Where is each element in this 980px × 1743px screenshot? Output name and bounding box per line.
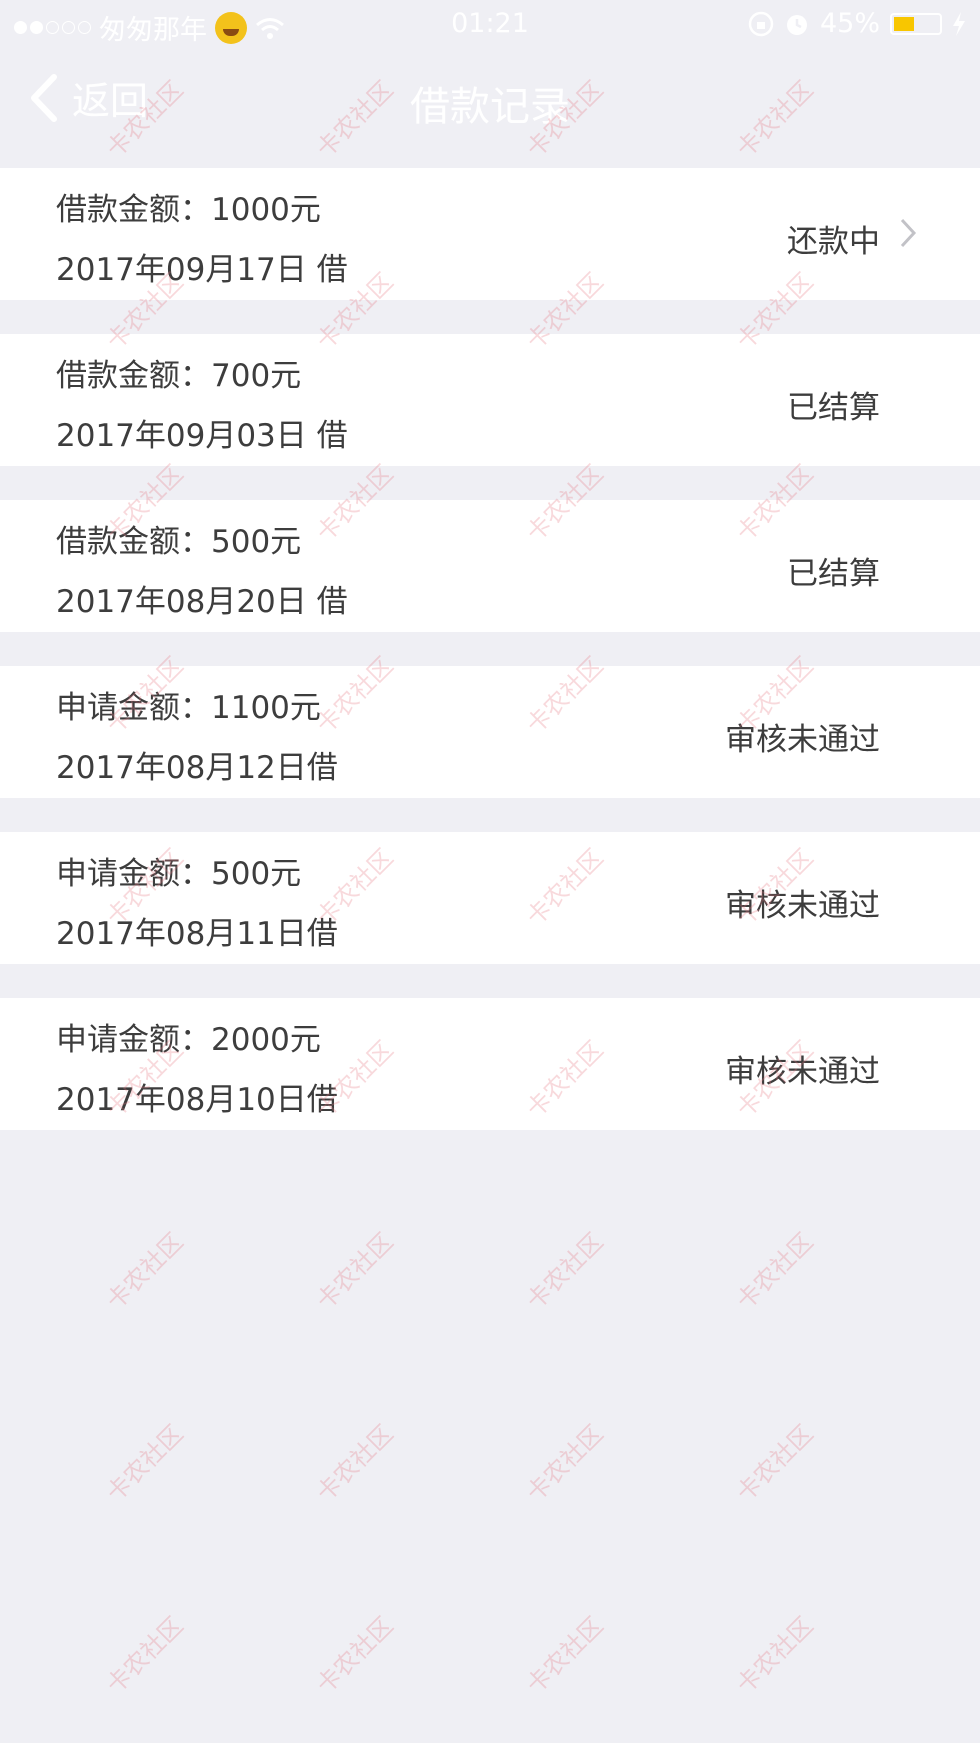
record-status: 审核未通过	[725, 888, 880, 924]
chevron-right-icon	[900, 218, 917, 248]
top-area: 匆匆那年 01:21 45% 返回 借款记录	[0, 0, 980, 143]
record-amount: 申请金额：500元	[56, 856, 302, 892]
watermark-text: 卡农社区	[310, 1227, 399, 1316]
record-status: 审核未通过	[725, 1054, 880, 1090]
orientation-lock-icon	[748, 11, 774, 36]
loan-record-row[interactable]: 借款金额：1000元 2017年09月17日 借 还款中	[0, 168, 980, 300]
loan-record-row[interactable]: 借款金额：700元 2017年09月03日 借 已结算	[0, 334, 980, 466]
watermark-text: 卡农社区	[100, 1419, 189, 1508]
record-date: 2017年08月11日借	[56, 916, 338, 952]
status-right: 45%	[748, 8, 966, 39]
watermark-text: 卡农社区	[100, 1227, 189, 1316]
record-date: 2017年09月03日 借	[56, 418, 348, 454]
loan-record-row[interactable]: 申请金额：2000元 2017年08月10日借 审核未通过	[0, 998, 980, 1130]
record-status: 还款中	[787, 224, 880, 260]
navigation-bar: 返回 借款记录	[0, 48, 980, 143]
record-amount: 借款金额：500元	[56, 524, 302, 560]
watermark-text: 卡农社区	[520, 1419, 609, 1508]
watermark-text: 卡农社区	[520, 1611, 609, 1700]
record-date: 2017年08月20日 借	[56, 584, 348, 620]
watermark-text: 卡农社区	[730, 1419, 819, 1508]
watermark-text: 卡农社区	[730, 1227, 819, 1316]
record-date: 2017年08月12日借	[56, 750, 338, 786]
charging-bolt-icon	[953, 11, 965, 36]
record-amount: 申请金额：1100元	[56, 690, 321, 726]
battery-fill	[894, 16, 914, 31]
status-bar: 匆匆那年 01:21 45%	[0, 0, 980, 48]
loan-record-row[interactable]: 借款金额：500元 2017年08月20日 借 已结算	[0, 500, 980, 632]
battery-percent: 45%	[819, 8, 880, 39]
record-amount: 申请金额：2000元	[56, 1022, 321, 1058]
battery-icon	[890, 12, 942, 35]
watermark-text: 卡农社区	[100, 1611, 189, 1700]
watermark-text: 卡农社区	[520, 1227, 609, 1316]
watermark-text: 卡农社区	[730, 1611, 819, 1700]
record-amount: 借款金额：700元	[56, 358, 302, 394]
loan-record-row[interactable]: 申请金额：1100元 2017年08月12日借 审核未通过	[0, 666, 980, 798]
record-date: 2017年09月17日 借	[56, 252, 348, 288]
record-status: 审核未通过	[725, 722, 880, 758]
loan-record-list: 借款金额：1000元 2017年09月17日 借 还款中借款金额：700元 2017年…	[0, 168, 980, 1164]
record-status: 已结算	[787, 390, 880, 426]
watermark-text: 卡农社区	[310, 1419, 399, 1508]
loan-record-row[interactable]: 申请金额：500元 2017年08月11日借 审核未通过	[0, 832, 980, 964]
record-date: 2017年08月10日借	[56, 1082, 338, 1118]
record-amount: 借款金额：1000元	[56, 192, 321, 228]
record-status: 已结算	[787, 556, 880, 592]
watermark-text: 卡农社区	[310, 1611, 399, 1700]
page-title: 借款记录	[410, 84, 570, 130]
alarm-icon	[786, 14, 807, 35]
